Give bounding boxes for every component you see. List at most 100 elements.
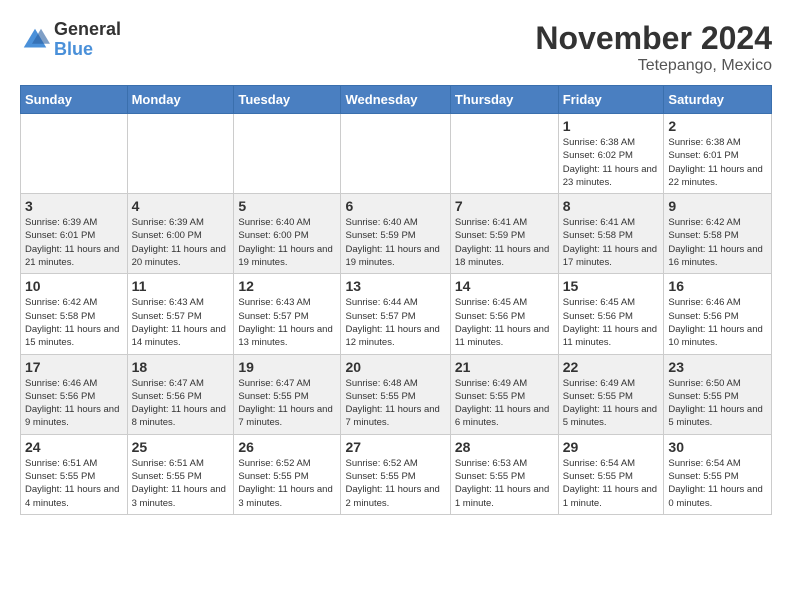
day-info: Sunrise: 6:38 AM Sunset: 6:02 PM Dayligh… <box>563 136 660 189</box>
day-number: 19 <box>238 359 336 375</box>
calendar-cell: 1 Sunrise: 6:38 AM Sunset: 6:02 PM Daylig… <box>558 114 664 194</box>
calendar-cell: 11 Sunrise: 6:43 AM Sunset: 5:57 PM Dayli… <box>127 274 234 354</box>
day-info: Sunrise: 6:45 AM Sunset: 5:56 PM Dayligh… <box>563 296 660 349</box>
day-info: Sunrise: 6:41 AM Sunset: 5:59 PM Dayligh… <box>455 216 554 269</box>
page-header: General Blue November 2024 Tetepango, Me… <box>20 20 772 75</box>
day-info: Sunrise: 6:49 AM Sunset: 5:55 PM Dayligh… <box>563 377 660 430</box>
day-number: 30 <box>668 439 767 455</box>
day-info: Sunrise: 6:46 AM Sunset: 5:56 PM Dayligh… <box>25 377 123 430</box>
day-number: 8 <box>563 198 660 214</box>
day-info: Sunrise: 6:38 AM Sunset: 6:01 PM Dayligh… <box>668 136 767 189</box>
day-number: 4 <box>132 198 230 214</box>
day-info: Sunrise: 6:44 AM Sunset: 5:57 PM Dayligh… <box>345 296 445 349</box>
month-title: November 2024 <box>535 20 772 57</box>
day-info: Sunrise: 6:50 AM Sunset: 5:55 PM Dayligh… <box>668 377 767 430</box>
calendar-cell: 22Sunrise: 6:49 AM Sunset: 5:55 PM Dayli… <box>558 354 664 434</box>
calendar-cell: 6 Sunrise: 6:40 AM Sunset: 5:59 PM Daylig… <box>341 194 450 274</box>
week-row-2: 10 Sunrise: 6:42 AM Sunset: 5:58 PM Dayli… <box>21 274 772 354</box>
day-info: Sunrise: 6:53 AM Sunset: 5:55 PM Dayligh… <box>455 457 554 510</box>
day-number: 27 <box>345 439 445 455</box>
day-info: Sunrise: 6:48 AM Sunset: 5:55 PM Dayligh… <box>345 377 445 430</box>
calendar-body: 1 Sunrise: 6:38 AM Sunset: 6:02 PM Daylig… <box>21 114 772 515</box>
day-number: 23 <box>668 359 767 375</box>
day-info: Sunrise: 6:51 AM Sunset: 5:55 PM Dayligh… <box>132 457 230 510</box>
day-info: Sunrise: 6:45 AM Sunset: 5:56 PM Dayligh… <box>455 296 554 349</box>
day-number: 11 <box>132 278 230 294</box>
header-day-sunday: Sunday <box>21 86 128 114</box>
day-info: Sunrise: 6:39 AM Sunset: 6:01 PM Dayligh… <box>25 216 123 269</box>
day-info: Sunrise: 6:47 AM Sunset: 5:55 PM Dayligh… <box>238 377 336 430</box>
day-number: 10 <box>25 278 123 294</box>
calendar-cell: 28 Sunrise: 6:53 AM Sunset: 5:55 PM Dayli… <box>450 434 558 514</box>
day-info: Sunrise: 6:46 AM Sunset: 5:56 PM Dayligh… <box>668 296 767 349</box>
calendar-cell: 29 Sunrise: 6:54 AM Sunset: 5:55 PM Dayli… <box>558 434 664 514</box>
day-info: Sunrise: 6:47 AM Sunset: 5:56 PM Dayligh… <box>132 377 230 430</box>
day-info: Sunrise: 6:49 AM Sunset: 5:55 PM Dayligh… <box>455 377 554 430</box>
week-row-4: 24Sunrise: 6:51 AM Sunset: 5:55 PM Dayli… <box>21 434 772 514</box>
day-info: Sunrise: 6:43 AM Sunset: 5:57 PM Dayligh… <box>132 296 230 349</box>
calendar-cell: 8 Sunrise: 6:41 AM Sunset: 5:58 PM Daylig… <box>558 194 664 274</box>
logo-icon <box>20 25 50 55</box>
calendar-cell: 18Sunrise: 6:47 AM Sunset: 5:56 PM Dayli… <box>127 354 234 434</box>
day-number: 29 <box>563 439 660 455</box>
header-day-friday: Friday <box>558 86 664 114</box>
week-row-3: 17Sunrise: 6:46 AM Sunset: 5:56 PM Dayli… <box>21 354 772 434</box>
calendar-cell: 27 Sunrise: 6:52 AM Sunset: 5:55 PM Dayli… <box>341 434 450 514</box>
calendar-cell: 19 Sunrise: 6:47 AM Sunset: 5:55 PM Dayli… <box>234 354 341 434</box>
week-row-1: 3 Sunrise: 6:39 AM Sunset: 6:01 PM Daylig… <box>21 194 772 274</box>
calendar-cell: 5Sunrise: 6:40 AM Sunset: 6:00 PM Daylig… <box>234 194 341 274</box>
day-number: 20 <box>345 359 445 375</box>
calendar-cell: 15 Sunrise: 6:45 AM Sunset: 5:56 PM Dayli… <box>558 274 664 354</box>
day-number: 15 <box>563 278 660 294</box>
day-info: Sunrise: 6:52 AM Sunset: 5:55 PM Dayligh… <box>238 457 336 510</box>
calendar-cell: 3 Sunrise: 6:39 AM Sunset: 6:01 PM Daylig… <box>21 194 128 274</box>
day-number: 6 <box>345 198 445 214</box>
calendar-cell: 25 Sunrise: 6:51 AM Sunset: 5:55 PM Dayli… <box>127 434 234 514</box>
calendar-cell <box>341 114 450 194</box>
calendar-cell: 20 Sunrise: 6:48 AM Sunset: 5:55 PM Dayli… <box>341 354 450 434</box>
calendar-cell: 16 Sunrise: 6:46 AM Sunset: 5:56 PM Dayli… <box>664 274 772 354</box>
calendar-cell: 12 Sunrise: 6:43 AM Sunset: 5:57 PM Dayli… <box>234 274 341 354</box>
day-number: 12 <box>238 278 336 294</box>
day-number: 25 <box>132 439 230 455</box>
logo: General Blue <box>20 20 121 60</box>
day-number: 3 <box>25 198 123 214</box>
day-info: Sunrise: 6:51 AM Sunset: 5:55 PM Dayligh… <box>25 457 123 510</box>
day-info: Sunrise: 6:42 AM Sunset: 5:58 PM Dayligh… <box>668 216 767 269</box>
calendar-cell <box>450 114 558 194</box>
day-number: 21 <box>455 359 554 375</box>
calendar-cell: 10 Sunrise: 6:42 AM Sunset: 5:58 PM Dayli… <box>21 274 128 354</box>
day-info: Sunrise: 6:52 AM Sunset: 5:55 PM Dayligh… <box>345 457 445 510</box>
header-day-monday: Monday <box>127 86 234 114</box>
calendar-cell: 9 Sunrise: 6:42 AM Sunset: 5:58 PM Daylig… <box>664 194 772 274</box>
calendar-cell: 23 Sunrise: 6:50 AM Sunset: 5:55 PM Dayli… <box>664 354 772 434</box>
day-info: Sunrise: 6:42 AM Sunset: 5:58 PM Dayligh… <box>25 296 123 349</box>
calendar-cell <box>234 114 341 194</box>
day-info: Sunrise: 6:54 AM Sunset: 5:55 PM Dayligh… <box>563 457 660 510</box>
calendar-cell: 30 Sunrise: 6:54 AM Sunset: 5:55 PM Dayli… <box>664 434 772 514</box>
day-number: 14 <box>455 278 554 294</box>
day-number: 13 <box>345 278 445 294</box>
day-info: Sunrise: 6:43 AM Sunset: 5:57 PM Dayligh… <box>238 296 336 349</box>
calendar-cell <box>127 114 234 194</box>
day-number: 9 <box>668 198 767 214</box>
calendar-cell: 21 Sunrise: 6:49 AM Sunset: 5:55 PM Dayli… <box>450 354 558 434</box>
logo-blue: Blue <box>54 40 121 60</box>
day-number: 16 <box>668 278 767 294</box>
header-day-tuesday: Tuesday <box>234 86 341 114</box>
day-number: 28 <box>455 439 554 455</box>
header-day-thursday: Thursday <box>450 86 558 114</box>
day-number: 7 <box>455 198 554 214</box>
week-row-0: 1 Sunrise: 6:38 AM Sunset: 6:02 PM Daylig… <box>21 114 772 194</box>
day-number: 1 <box>563 118 660 134</box>
header-day-saturday: Saturday <box>664 86 772 114</box>
calendar-header: SundayMondayTuesdayWednesdayThursdayFrid… <box>21 86 772 114</box>
day-number: 26 <box>238 439 336 455</box>
location: Tetepango, Mexico <box>535 57 772 75</box>
day-info: Sunrise: 6:40 AM Sunset: 5:59 PM Dayligh… <box>345 216 445 269</box>
day-info: Sunrise: 6:41 AM Sunset: 5:58 PM Dayligh… <box>563 216 660 269</box>
calendar-cell: 26 Sunrise: 6:52 AM Sunset: 5:55 PM Dayli… <box>234 434 341 514</box>
calendar-cell: 4Sunrise: 6:39 AM Sunset: 6:00 PM Daylig… <box>127 194 234 274</box>
calendar-cell: 13 Sunrise: 6:44 AM Sunset: 5:57 PM Dayli… <box>341 274 450 354</box>
day-info: Sunrise: 6:54 AM Sunset: 5:55 PM Dayligh… <box>668 457 767 510</box>
